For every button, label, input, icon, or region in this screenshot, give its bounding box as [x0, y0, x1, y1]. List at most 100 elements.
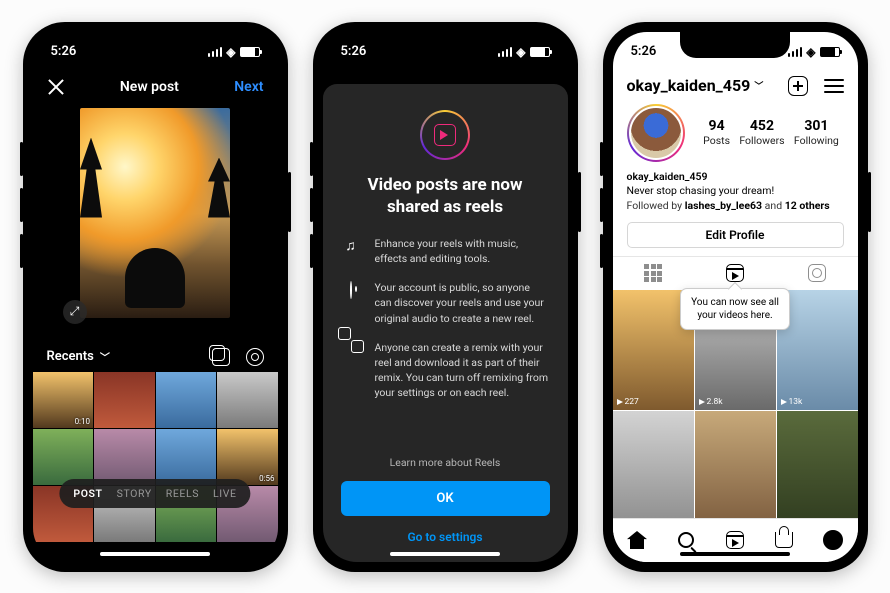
- mode-reels[interactable]: REELS: [166, 487, 199, 500]
- music-note-icon: ♫: [341, 236, 361, 266]
- person-icon: [341, 280, 361, 326]
- bio-tagline: Never stop chasing your dream!: [627, 184, 844, 199]
- battery-icon: [240, 47, 260, 57]
- close-icon[interactable]: [47, 78, 65, 96]
- avatar[interactable]: [627, 104, 685, 162]
- page-title: New post: [120, 79, 179, 95]
- feature-text: Enhance your reels with music, effects a…: [375, 236, 550, 266]
- mode-switcher[interactable]: POST STORY REELS LIVE: [59, 479, 250, 508]
- profile-username[interactable]: okay_kaiden_459 ﹀: [627, 76, 764, 95]
- media-thumb[interactable]: [33, 429, 94, 485]
- phone-reels-modal: 5:26 ◈ Video posts are now shared as ree…: [313, 22, 578, 572]
- nav-shop[interactable]: [773, 529, 795, 551]
- view-count: 13k: [789, 397, 803, 407]
- tab-grid[interactable]: [613, 257, 695, 290]
- nav-reels[interactable]: [724, 529, 746, 551]
- signal-icon: [208, 47, 223, 57]
- new-post-header: New post Next: [33, 72, 278, 102]
- tagged-icon: [808, 264, 826, 282]
- edit-profile-button[interactable]: Edit Profile: [627, 222, 844, 248]
- notch: [100, 32, 210, 58]
- wifi-icon: ◈: [806, 45, 815, 59]
- album-picker-row: Recents ﹀: [33, 338, 278, 372]
- media-thumb[interactable]: 0:10: [33, 372, 94, 428]
- feature-text: Anyone can create a remix with your reel…: [375, 340, 550, 401]
- media-thumb[interactable]: [156, 372, 217, 428]
- play-icon: [781, 399, 787, 405]
- info-sheet: Video posts are now shared as reels ♫ En…: [323, 84, 568, 562]
- status-time: 5:26: [631, 44, 657, 59]
- followed-by-line[interactable]: Followed by lashes_by_lee63 and 12 other…: [627, 199, 844, 214]
- mode-story[interactable]: STORY: [117, 487, 152, 500]
- notch: [680, 32, 790, 58]
- phone-profile: 5:26 ◈ okay_kaiden_459 ﹀ 94Posts 452Foll…: [603, 22, 868, 572]
- status-time: 5:26: [341, 44, 367, 59]
- shop-icon: [775, 532, 793, 548]
- remix-icon: [341, 340, 361, 401]
- mode-live[interactable]: LIVE: [213, 487, 237, 500]
- multi-select-icon[interactable]: [212, 348, 230, 366]
- feature-row: Your account is public, so anyone can di…: [341, 280, 550, 326]
- view-count: 227: [625, 397, 639, 407]
- play-icon: [617, 399, 623, 405]
- nav-home[interactable]: [626, 529, 648, 551]
- album-picker[interactable]: Recents ﹀: [47, 349, 110, 364]
- duration-label: 0:10: [75, 417, 90, 426]
- bio-username: okay_kaiden_459: [627, 170, 844, 185]
- media-thumb[interactable]: [94, 429, 155, 485]
- signal-icon: [498, 47, 513, 57]
- reels-tab-tooltip: You can now see all your videos here.: [680, 288, 790, 330]
- profile-bio: okay_kaiden_459 Never stop chasing your …: [613, 170, 858, 222]
- reel-thumb[interactable]: [695, 411, 776, 518]
- reels-icon: [726, 531, 744, 549]
- media-grid: 0:10 0:56: [33, 372, 278, 542]
- wifi-icon: ◈: [226, 45, 235, 59]
- feature-row: ♫ Enhance your reels with music, effects…: [341, 236, 550, 266]
- menu-icon[interactable]: [824, 79, 844, 93]
- battery-icon: [530, 47, 550, 57]
- go-to-settings-link[interactable]: Go to settings: [341, 522, 550, 552]
- profile-header: okay_kaiden_459 ﹀: [613, 72, 858, 102]
- album-label: Recents: [47, 349, 94, 364]
- feature-row: Anyone can create a remix with your reel…: [341, 340, 550, 401]
- home-indicator: [100, 552, 210, 556]
- profile-stats-row: 94Posts 452Followers 301Following: [613, 102, 858, 170]
- learn-more-link[interactable]: Learn more about Reels: [341, 450, 550, 475]
- reels-badge-icon: [420, 110, 470, 160]
- expand-icon[interactable]: ⤢: [63, 300, 87, 324]
- media-thumb[interactable]: [94, 372, 155, 428]
- wifi-icon: ◈: [516, 45, 525, 59]
- reel-thumb[interactable]: [777, 411, 858, 518]
- status-time: 5:26: [51, 44, 77, 59]
- profile-icon: [823, 530, 843, 550]
- signal-icon: [788, 47, 803, 57]
- home-indicator: [390, 552, 500, 556]
- home-icon: [627, 531, 647, 549]
- next-button[interactable]: Next: [234, 79, 263, 95]
- stat-following[interactable]: 301Following: [794, 118, 839, 147]
- media-preview[interactable]: ⤢: [33, 108, 278, 338]
- search-icon: [678, 532, 694, 548]
- reels-icon: [726, 264, 744, 282]
- phone-new-post: 5:26 ◈ New post Next ⤢ Recents ﹀: [23, 22, 288, 572]
- media-thumb[interactable]: [156, 429, 217, 485]
- stat-followers[interactable]: 452Followers: [739, 118, 784, 147]
- create-icon[interactable]: [788, 76, 808, 96]
- chevron-down-icon: ﹀: [754, 79, 763, 92]
- reel-thumb[interactable]: [613, 411, 694, 518]
- duration-label: 0:56: [259, 474, 274, 483]
- ok-button[interactable]: OK: [341, 481, 550, 516]
- nav-profile[interactable]: [822, 529, 844, 551]
- grid-icon: [644, 264, 662, 282]
- nav-search[interactable]: [675, 529, 697, 551]
- view-count: 2.8k: [707, 397, 723, 407]
- battery-icon: [820, 47, 840, 57]
- mode-post[interactable]: POST: [73, 487, 102, 500]
- media-thumb[interactable]: [217, 372, 278, 428]
- camera-icon[interactable]: [246, 348, 264, 366]
- media-thumb[interactable]: 0:56: [217, 429, 278, 485]
- tab-tagged[interactable]: [776, 257, 858, 290]
- home-indicator: [680, 552, 790, 556]
- stat-posts[interactable]: 94Posts: [703, 118, 730, 147]
- play-icon: [699, 399, 705, 405]
